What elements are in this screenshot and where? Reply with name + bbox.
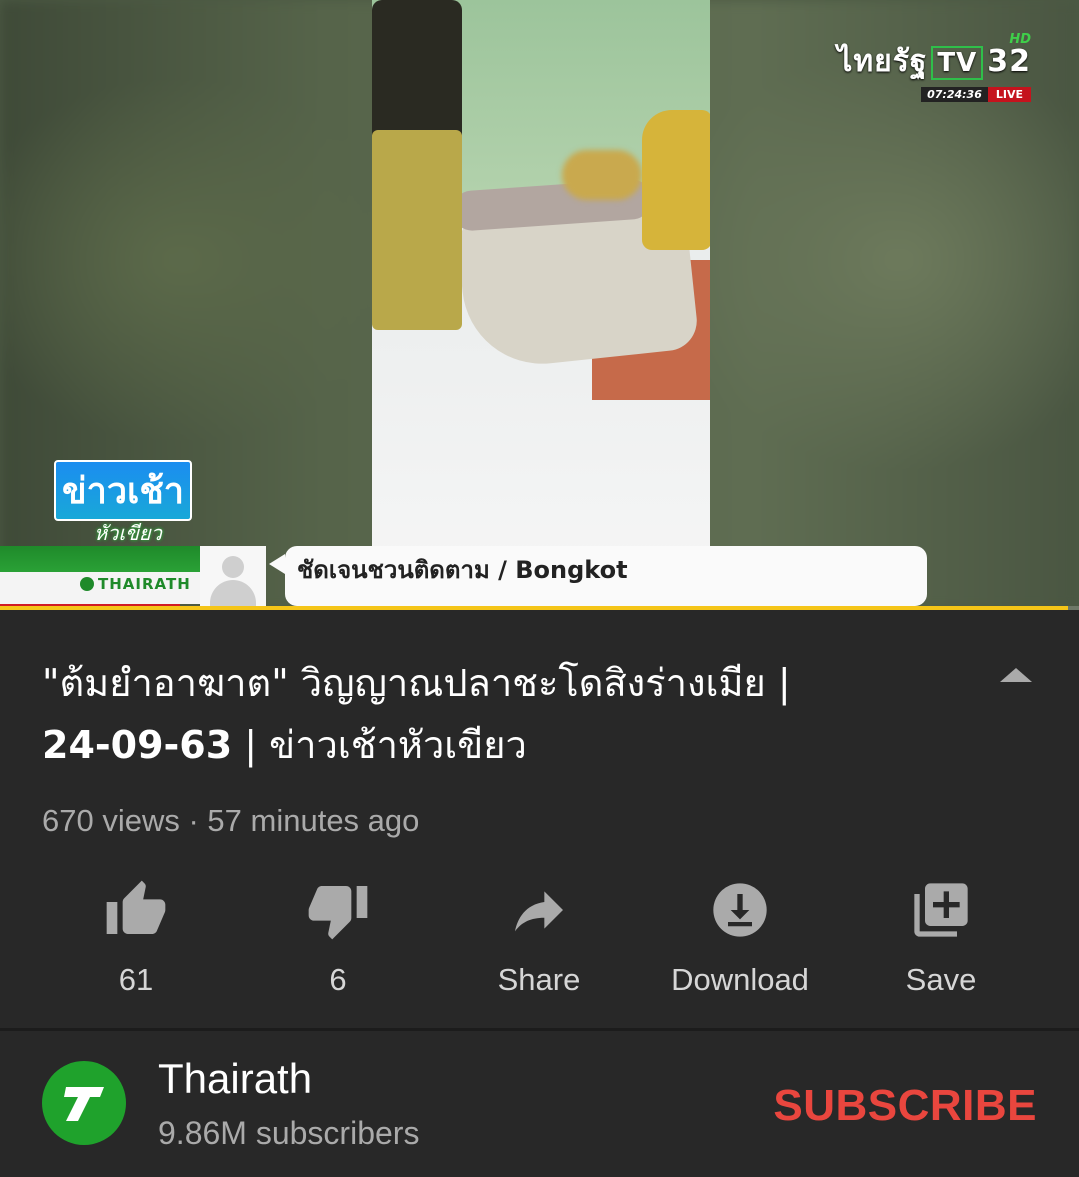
watermark-tv: TV [931,46,984,80]
video-meta: 670 views · 57 minutes ago [42,803,419,839]
thairath-logo-icon: T [54,1073,104,1121]
video-title-rest: | ข่าวเช้าหัวเขียว [232,723,527,767]
download-icon [713,883,767,937]
broadcast-clock: 07:24:36 [921,87,988,102]
lower-third-brand-text: THAIRATH [98,575,191,593]
collapse-description-button[interactable] [994,656,1038,696]
subscriber-count: 9.86M subscribers [158,1115,420,1151]
add-to-playlist-icon [914,883,968,937]
watermark-brand: ไทยรัฐ [837,44,928,79]
watermark-number: 32 [987,44,1031,79]
show-logo: ข่าวเช้า หัวเขียว [54,460,204,545]
like-button[interactable]: 61 [36,870,236,1010]
download-label: Download [671,962,809,997]
lower-third: THAIRATH ชัดเจนชวนติดตาม / Bongkot [0,546,1079,610]
share-button[interactable]: Share [439,870,639,1010]
video-title: "ต้มยำอาฆาต" วิญญาณปลาชะโดสิงร่างเมีย | 2… [42,652,922,776]
video-title-date: 24-09-63 [42,723,233,767]
thumbs-down-icon [308,886,368,940]
show-logo-line2: หัวเขียว [94,521,162,545]
dislike-button[interactable]: 6 [238,870,438,1010]
channel-row: T Thairath 9.86M subscribers SUBSCRIBE [0,1031,1079,1177]
chevron-up-icon [1000,668,1032,682]
hd-badge: HD [1009,32,1031,47]
like-count: 61 [118,962,154,997]
view-count: 670 views [42,803,180,838]
channel-name[interactable]: Thairath [158,1055,312,1103]
video-progress-fill [0,606,1069,610]
share-label: Share [497,962,581,997]
save-button[interactable]: Save [841,870,1041,1010]
lower-third-brand: THAIRATH [80,575,191,593]
save-label: Save [905,962,977,997]
thumbs-up-icon [106,880,166,934]
video-progress-bar[interactable] [0,606,1079,610]
lower-third-caption: ชัดเจนชวนติดตาม / Bongkot [269,546,927,606]
dislike-count: 6 [329,962,347,997]
channel-watermark: HD ไทยรัฐ TV 32 07:24:36 LIVE [837,32,1031,102]
share-icon [515,891,563,932]
live-badge: LIVE [987,87,1031,102]
video-player[interactable]: HD ไทยรัฐ TV 32 07:24:36 LIVE ข่าวเช้า หัว… [0,0,1079,610]
download-button[interactable]: Download [640,870,840,1010]
video-title-main: "ต้มยำอาฆาต" วิญญาณปลาชะโดสิงร่างเมีย | [42,661,791,705]
show-logo-line1: ข่าวเช้า [54,460,192,521]
svg-text:T: T [54,1073,55,1074]
upload-age: 57 minutes ago [207,803,420,838]
reporter-avatar-icon [200,546,266,610]
channel-avatar[interactable]: T [42,1061,126,1145]
action-bar: 61 6 Share Download Save [0,870,1079,1010]
meta-separator: · [179,803,208,838]
subscribe-button[interactable]: SUBSCRIBE [773,1081,1037,1131]
video-frame [372,0,710,600]
line-icon [80,577,94,591]
